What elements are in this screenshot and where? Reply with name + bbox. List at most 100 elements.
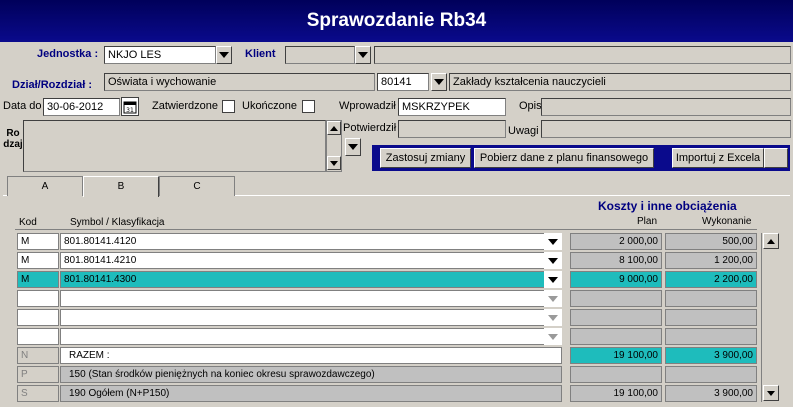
scroll-down-button[interactable] [763, 385, 779, 401]
rodzaj-textarea[interactable] [23, 120, 326, 172]
chevron-down-icon [548, 314, 558, 321]
jednostka-field[interactable]: NKJO LES [104, 46, 216, 64]
summary-label: 150 (Stan środków pieniężnych na koniec … [60, 366, 562, 383]
scroll-down-button[interactable] [327, 156, 341, 170]
data-do-field[interactable]: 30-06-2012 [43, 98, 120, 116]
tab-b[interactable]: B [83, 176, 159, 197]
dzial-field: Oświata i wychowanie [104, 73, 375, 91]
kod-cell: S [17, 385, 59, 402]
apply-changes-button[interactable]: Zastosuj zmiany [380, 148, 471, 168]
calendar-button[interactable]: 31 [121, 97, 139, 116]
symbol-dropdown-button[interactable] [544, 233, 562, 250]
kod-cell[interactable] [17, 328, 59, 345]
scroll-up-button[interactable] [327, 121, 341, 135]
rodzaj-dropdown-button[interactable] [345, 138, 361, 156]
chevron-down-icon [548, 276, 558, 283]
scroll-up-button[interactable] [763, 233, 779, 249]
wykonanie-cell[interactable]: 500,00 [665, 233, 757, 250]
plan-cell[interactable]: 9 000,00 [570, 271, 662, 288]
symbol-cell[interactable]: 801.80141.4300 [60, 271, 552, 288]
chevron-down-icon [219, 52, 229, 58]
klient-dropdown-button[interactable] [355, 46, 371, 64]
wykonanie-total: 3 900,00 [665, 385, 757, 402]
tab-c[interactable]: C [159, 176, 235, 196]
plan-cell[interactable]: 8 100,00 [570, 252, 662, 269]
section-title: Koszty i inne obciążenia [598, 199, 737, 213]
wykonanie-cell[interactable]: 2 200,00 [665, 271, 757, 288]
symbol-dropdown-button[interactable] [544, 252, 562, 269]
plan-cell[interactable]: 2 000,00 [570, 233, 662, 250]
symbol-cell[interactable] [60, 309, 552, 326]
ukonczone-label: Ukończone [242, 100, 298, 112]
wykonanie-cell[interactable] [665, 328, 757, 345]
column-kod: Kod [19, 217, 37, 228]
summary-label: 190 Ogółem (N+P150) [60, 385, 562, 402]
zatwierdzone-label: Zatwierdzone [152, 100, 219, 112]
symbol-dropdown-button[interactable] [544, 290, 562, 307]
arrow-down-icon [767, 390, 775, 396]
symbol-cell[interactable]: 801.80141.4120 [60, 233, 552, 250]
rodzaj-scrollbar[interactable] [326, 120, 342, 172]
arrow-up-icon [330, 125, 338, 131]
calendar-icon: 31 [123, 101, 137, 114]
symbol-cell[interactable]: 801.80141.4210 [60, 252, 552, 269]
rozdzial-name-field: Zakłady kształcenia nauczycieli [449, 73, 791, 91]
plan-cell[interactable] [570, 328, 662, 345]
symbol-dropdown-button[interactable] [544, 271, 562, 288]
column-plan: Plan [637, 216, 658, 227]
tab-a[interactable]: A [7, 176, 83, 196]
klient-name-field [374, 46, 791, 64]
wprowadzil-field[interactable]: MSKRZYPEK [398, 98, 506, 116]
potwierdzil-label: Potwierdził [343, 122, 397, 134]
wprowadzil-label: Wprowadził [339, 100, 396, 112]
plan-total: 19 100,00 [570, 347, 662, 364]
wykonanie-cell[interactable] [665, 309, 757, 326]
symbol-dropdown-button[interactable] [544, 328, 562, 345]
rodzaj-label: Ro dzaj [3, 128, 23, 150]
plan-cell[interactable] [570, 290, 662, 307]
grid-scrollbar[interactable] [761, 233, 779, 402]
kod-cell[interactable] [17, 290, 59, 307]
chevron-down-icon [358, 52, 368, 58]
fetch-plan-button[interactable]: Pobierz dane z planu finansowego [474, 148, 654, 168]
wykonanie-total: 3 900,00 [665, 347, 757, 364]
plan-cell[interactable] [570, 366, 662, 383]
symbol-cell[interactable] [60, 290, 552, 307]
kod-cell[interactable]: M [17, 271, 59, 288]
plan-cell[interactable] [570, 309, 662, 326]
column-symbol: Symbol / Klasyfikacja [70, 217, 165, 228]
chevron-down-icon [548, 257, 558, 264]
uwagi-field[interactable] [541, 120, 791, 138]
import-excel-extra-button[interactable] [764, 148, 788, 168]
arrow-up-icon [767, 238, 775, 244]
wykonanie-cell[interactable] [665, 366, 757, 383]
column-wykonanie: Wykonanie [702, 216, 752, 227]
wykonanie-cell[interactable] [665, 290, 757, 307]
dzial-label: Dział/Rozdział : [12, 79, 93, 91]
arrow-down-icon [330, 160, 338, 166]
summary-label: RAZEM : [60, 347, 562, 364]
kod-cell: N [17, 347, 59, 364]
symbol-dropdown-button[interactable] [544, 309, 562, 326]
opis-field[interactable] [541, 98, 791, 116]
kod-cell[interactable]: M [17, 233, 59, 250]
opis-label: Opis [519, 100, 542, 112]
data-do-label: Data do [3, 100, 42, 112]
header-divider [15, 229, 757, 230]
potwierdzil-field[interactable] [398, 120, 506, 138]
klient-label: Klient [245, 48, 276, 60]
rozdzial-code-field[interactable]: 80141 [377, 73, 429, 91]
klient-field[interactable] [285, 46, 355, 64]
kod-cell[interactable]: M [17, 252, 59, 269]
rozdzial-dropdown-button[interactable] [431, 73, 447, 91]
kod-cell[interactable] [17, 309, 59, 326]
zatwierdzone-checkbox[interactable] [222, 100, 235, 113]
ukonczone-checkbox[interactable] [302, 100, 315, 113]
symbol-cell[interactable] [60, 328, 552, 345]
kod-cell: P [17, 366, 59, 383]
chevron-down-icon [434, 79, 444, 85]
jednostka-dropdown-button[interactable] [216, 46, 232, 64]
chevron-down-icon [548, 238, 558, 245]
wykonanie-cell[interactable]: 1 200,00 [665, 252, 757, 269]
import-excel-button[interactable]: Importuj z Excela [672, 148, 764, 168]
